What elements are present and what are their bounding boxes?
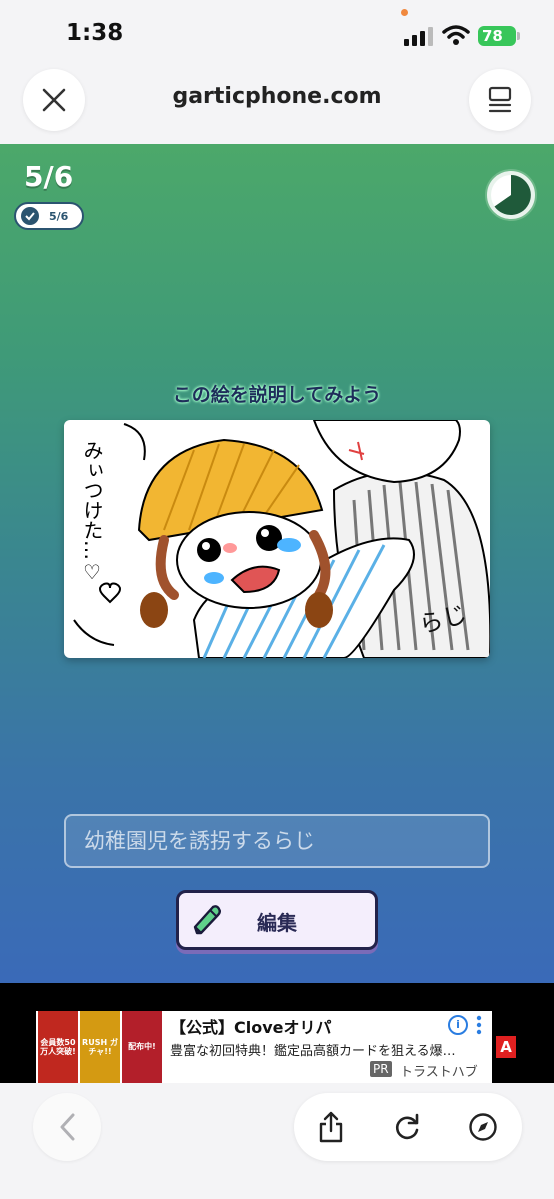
drawing-image: みぃつけた…♡ らじ [73,420,490,658]
browser-toolbar [0,1083,554,1199]
reader-icon [488,86,512,113]
info-icon[interactable]: i [448,1015,468,1035]
privacy-indicator [401,9,408,16]
reader-mode-button[interactable] [469,69,531,131]
chevron-left-icon [60,1113,75,1141]
description-input[interactable]: 幼稚園児を誘拐するらじ [64,814,490,868]
drawing-caption-left: みぃつけた…♡ [80,440,104,584]
cellular-signal-icon [404,27,433,46]
wifi-icon [442,25,470,45]
compass-icon [469,1113,497,1141]
share-button[interactable] [314,1110,348,1144]
players-done-badge: 5/6 [14,202,84,230]
ad-title[interactable]: 【公式】Cloveオリパ [170,1014,332,1038]
status-time: 1:38 [66,20,124,46]
ad-thumbnail-1[interactable]: 会員数50万人突破! [38,1011,78,1083]
ad-thumbnail-3[interactable]: 配布中! [122,1011,162,1083]
reload-button[interactable] [390,1110,424,1144]
reload-icon [396,1113,419,1140]
browser-header: garticphone.com [0,66,554,144]
edit-button-label: 編集 [257,911,297,935]
players-done-count: 5/6 [49,209,69,223]
pr-label: PR [370,1061,392,1077]
ad-subtitle[interactable]: 豊富な初回特典！鑑定品高額カードを狙える爆… [170,1040,486,1059]
ad-thumbnail-2[interactable]: RUSH ガチャ!! [80,1011,120,1083]
ad-brand[interactable]: トラストハブ [400,1061,478,1080]
more-options-icon[interactable] [476,1015,482,1035]
compass-button[interactable] [466,1110,500,1144]
ad-choices-badge[interactable]: A [496,1036,516,1058]
ad-banner[interactable]: 会員数50万人突破! RUSH ガチャ!! 配布中! 【公式】Cloveオリパ … [36,1011,492,1083]
check-icon [21,207,39,225]
share-icon [319,1111,343,1143]
round-counter: 5/6 [24,160,74,193]
toolbar-actions [294,1093,522,1161]
prompt-title: この絵を説明してみよう [172,384,382,406]
edit-button[interactable]: 編集 [176,890,378,950]
game-area: 5/6 5/6 この絵を説明してみよう みぃつけた…♡ らじ 幼稚園児を誘拐する… [0,144,554,983]
back-button[interactable] [33,1093,101,1161]
timer-icon [485,169,537,221]
drawing-canvas: みぃつけた…♡ らじ [64,420,490,658]
battery-indicator: 78 [478,26,516,46]
battery-tip [517,32,520,40]
status-bar: 1:38 78 [0,0,554,66]
